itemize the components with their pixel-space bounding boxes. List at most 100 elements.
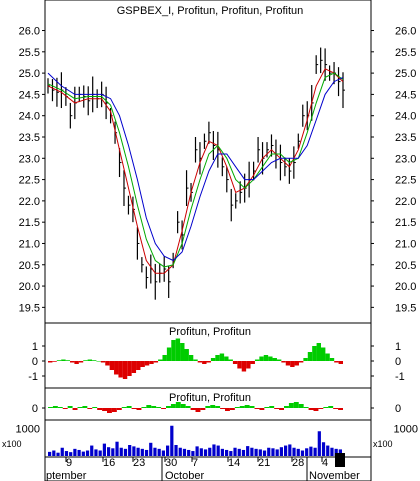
oscillator-bar bbox=[312, 346, 317, 361]
volume-bar bbox=[275, 449, 279, 456]
oscillator-bar bbox=[77, 407, 83, 408]
oscillator-bar bbox=[215, 406, 221, 408]
oscillator-bar bbox=[293, 402, 299, 408]
oscillator-bar bbox=[131, 361, 137, 373]
y-tick-label-left: 24.0 bbox=[19, 111, 40, 123]
oscillator-bar bbox=[228, 359, 233, 361]
volume-bar bbox=[174, 445, 178, 456]
x-tick-label: 9 bbox=[66, 457, 72, 469]
current-bar-marker bbox=[335, 453, 345, 467]
osc-y-label-right: 1 bbox=[395, 341, 401, 353]
x-tick-label: 21 bbox=[258, 457, 270, 469]
volume-bar bbox=[326, 445, 330, 456]
oscillator-bar bbox=[338, 408, 343, 410]
volume-bar bbox=[229, 451, 233, 456]
oscillator-bar bbox=[126, 406, 132, 408]
y-tick-label-right: 25.0 bbox=[395, 68, 416, 80]
volume-bar bbox=[107, 447, 111, 456]
volume-bar bbox=[90, 445, 94, 456]
oscillator-bar bbox=[162, 355, 167, 361]
y-tick-label-left: 23.0 bbox=[19, 153, 40, 165]
y-tick-label-right: 23.5 bbox=[395, 132, 416, 144]
volume-bar bbox=[48, 451, 52, 456]
volume-bar bbox=[60, 447, 64, 456]
volume-bar bbox=[115, 441, 119, 456]
price-panel: GSPBEX_I, Profitun, Profitun, Profitun 1… bbox=[19, 0, 416, 324]
oscillator-bar bbox=[70, 361, 75, 363]
volume-bar bbox=[132, 446, 136, 456]
volume-bar bbox=[187, 449, 191, 456]
oscillator-bar bbox=[87, 408, 93, 409]
volume-bar bbox=[136, 447, 140, 456]
x-tick-label: 28 bbox=[292, 457, 304, 469]
oscillator-bar bbox=[274, 408, 280, 409]
oscillator-bar bbox=[210, 358, 216, 361]
oscillator-bar bbox=[264, 407, 270, 408]
oscillator-bar bbox=[281, 361, 286, 363]
volume-bar bbox=[195, 446, 199, 456]
oscillator-bar bbox=[334, 361, 339, 363]
volume-bar bbox=[149, 442, 153, 456]
oscillator-bar bbox=[166, 406, 171, 408]
volume-bar bbox=[284, 445, 288, 456]
oscillator-bar bbox=[220, 408, 225, 409]
oscillator-bar bbox=[284, 406, 289, 408]
oscillator-bar bbox=[127, 361, 132, 376]
price-panel-title: GSPBEX_I, Profitun, Profitun, Profitun bbox=[117, 5, 303, 17]
oscillator-bar bbox=[276, 359, 282, 361]
volume-bar bbox=[296, 448, 300, 456]
oscillator-bar bbox=[100, 361, 106, 363]
oscillator-bar bbox=[190, 408, 196, 410]
y-tick-label-right: 19.5 bbox=[395, 302, 416, 314]
oscillator-bar bbox=[151, 406, 157, 408]
oscillator-bar bbox=[294, 361, 299, 366]
oscillator2-panel: Profitun, Profitun 00 bbox=[32, 387, 401, 421]
y-tick-label-left: 24.5 bbox=[19, 89, 40, 101]
oscillator-bar bbox=[175, 338, 181, 361]
oscillator-bar bbox=[234, 407, 240, 408]
oscillator-bar bbox=[279, 408, 284, 410]
x-tick-label: 30 bbox=[165, 457, 177, 469]
volume-bar bbox=[178, 447, 182, 456]
x-tick-label: 4 bbox=[322, 457, 328, 469]
volume-y-label-right: 1000 bbox=[394, 424, 418, 436]
volume-bar bbox=[271, 448, 275, 456]
oscillator2-title: Profitun, Profitun bbox=[169, 392, 251, 404]
oscillator-bar bbox=[250, 361, 255, 364]
oscillator-bar bbox=[109, 361, 115, 370]
volume-bar bbox=[77, 449, 81, 456]
volume-bar bbox=[305, 448, 309, 456]
oscillator-bar bbox=[318, 408, 324, 409]
oscillator-bar bbox=[308, 408, 314, 410]
oscillator-bar bbox=[298, 404, 304, 408]
oscillator-bar bbox=[87, 359, 93, 361]
oscillator-bar bbox=[333, 408, 339, 409]
y-tick-label-left: 22.0 bbox=[19, 196, 40, 208]
oscillator-bar bbox=[92, 360, 97, 361]
volume-bar bbox=[140, 448, 144, 456]
oscillator-bar bbox=[329, 358, 335, 361]
volume-bar bbox=[279, 447, 283, 456]
volume-bar bbox=[56, 452, 60, 456]
osc-y-label-left: -1 bbox=[28, 371, 38, 383]
volume-panel: x100 x100 1000 1000 bbox=[2, 419, 418, 458]
volume-bar bbox=[85, 450, 90, 456]
oscillator-bar bbox=[188, 355, 194, 361]
price-y-axis-left: 19.5 20.0 20.5 21.0 21.5 22.0 22.5 23.0 23.5 24.0… bbox=[19, 26, 45, 314]
oscillator-bar bbox=[307, 352, 313, 361]
price-y-axis-right: 19.5 20.0 20.5 21.0 21.5 22.0 22.5 23.0 23.5 24.0… bbox=[371, 26, 416, 314]
month-label: October bbox=[165, 470, 204, 481]
oscillator-bar bbox=[116, 408, 122, 410]
oscillator-bar bbox=[210, 405, 216, 408]
volume-bar bbox=[203, 449, 208, 456]
oscillator-bar bbox=[200, 408, 206, 410]
oscillator-bar bbox=[136, 408, 142, 410]
oscillator-bar bbox=[241, 361, 247, 372]
x-tick-label: 23 bbox=[133, 457, 145, 469]
oscillator-bar bbox=[56, 360, 62, 361]
volume-bar bbox=[258, 449, 262, 456]
volume-y-label-left: 1000 bbox=[16, 424, 40, 436]
oscillator-bar bbox=[259, 356, 264, 361]
y-tick-label-left: 19.5 bbox=[19, 302, 40, 314]
volume-bar bbox=[153, 447, 157, 456]
